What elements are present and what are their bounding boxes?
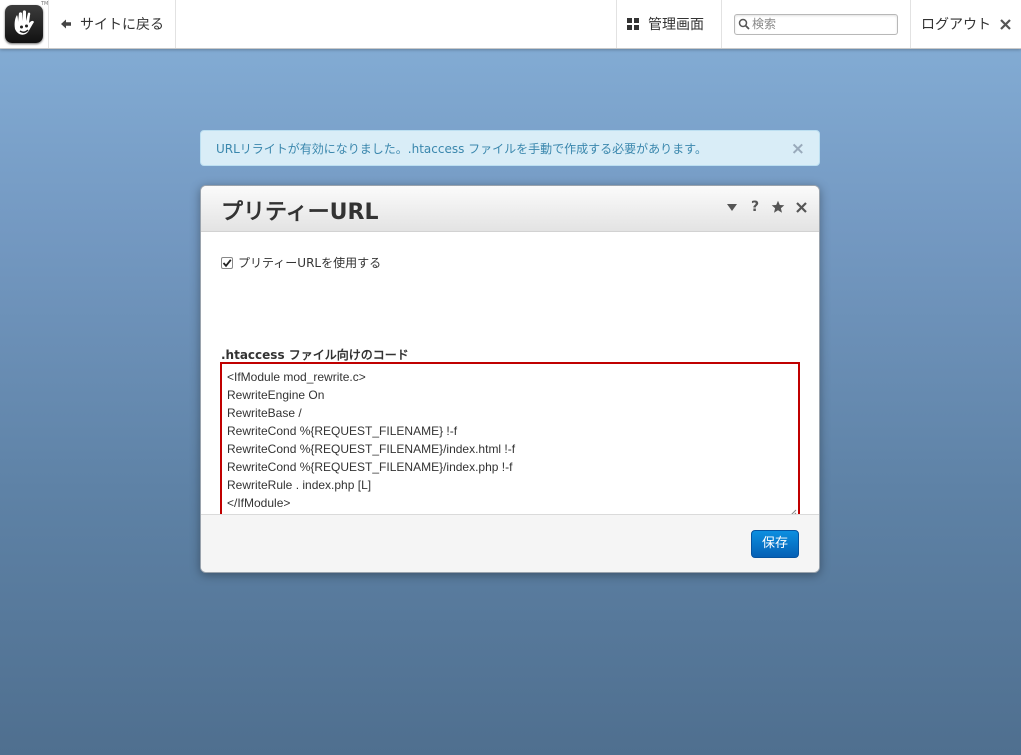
pretty-url-checkbox-row[interactable]: プリティーURLを使用する [221, 254, 381, 271]
star-icon[interactable] [770, 199, 786, 215]
code-label: .htaccess ファイル向けのコード [221, 348, 409, 362]
triangle-down-icon[interactable] [724, 199, 740, 215]
arrow-left-icon [60, 18, 72, 30]
code-line: RewriteBase / [227, 406, 302, 420]
back-to-site-label: サイトに戻る [80, 17, 164, 33]
code-line: </IfModule> [227, 496, 291, 510]
code-line: RewriteEngine On [227, 388, 325, 402]
close-icon [1000, 18, 1011, 30]
pretty-url-dialog: プリティーURL ? プリティーURLを使用する .htaccess ファイル向… [200, 185, 820, 573]
dashboard-button[interactable]: 管理画面 [616, 0, 722, 48]
alert-message: URLリライトが有効になりました。.htaccess ファイルを手動で作成する必… [216, 142, 707, 156]
htaccess-code-textarea[interactable]: <IfModule mod_rewrite.c> RewriteEngine On… [220, 362, 800, 526]
close-icon[interactable] [793, 199, 809, 215]
top-toolbar: TM サイトに戻る 管理画面 検索 ログアウト [0, 0, 1021, 49]
pretty-url-checkbox[interactable] [221, 256, 233, 269]
info-alert: URLリライトが有効になりました。.htaccess ファイルを手動で作成する必… [200, 130, 820, 166]
checkbox-label: プリティーURLを使用する [238, 256, 382, 270]
code-line: <IfModule mod_rewrite.c> [227, 370, 366, 384]
alert-close-button[interactable]: × [791, 131, 805, 167]
code-line: RewriteCond %{REQUEST_FILENAME} !-f [227, 424, 458, 438]
trademark-mark: TM [41, 1, 49, 7]
help-icon[interactable]: ? [747, 199, 763, 215]
search-icon [738, 18, 750, 30]
dialog-body: プリティーURLを使用する .htaccess ファイル向けのコード <IfMo… [201, 232, 819, 526]
logout-label: ログアウト [921, 17, 991, 33]
dashboard-label: 管理画面 [648, 17, 704, 33]
code-line: RewriteCond %{REQUEST_FILENAME}/index.ht… [227, 442, 516, 456]
logout-button[interactable]: ログアウト [911, 0, 1021, 48]
code-line: RewriteRule . index.php [L] [227, 478, 372, 492]
concrete5-logo-icon [5, 5, 43, 43]
save-button[interactable]: 保存 [751, 530, 799, 558]
dialog-controls: ? [724, 199, 809, 215]
search-area [722, 0, 911, 48]
grid-icon [627, 18, 639, 30]
search-input[interactable] [752, 17, 892, 31]
logo[interactable]: TM [0, 0, 49, 48]
code-line: RewriteCond %{REQUEST_FILENAME}/index.ph… [227, 460, 513, 474]
search-box[interactable] [734, 13, 898, 35]
dialog-title: プリティーURL [221, 200, 379, 225]
dialog-footer: 保存 [201, 514, 819, 572]
back-to-site-button[interactable]: サイトに戻る [49, 0, 176, 48]
dialog-header: プリティーURL ? [201, 186, 819, 232]
